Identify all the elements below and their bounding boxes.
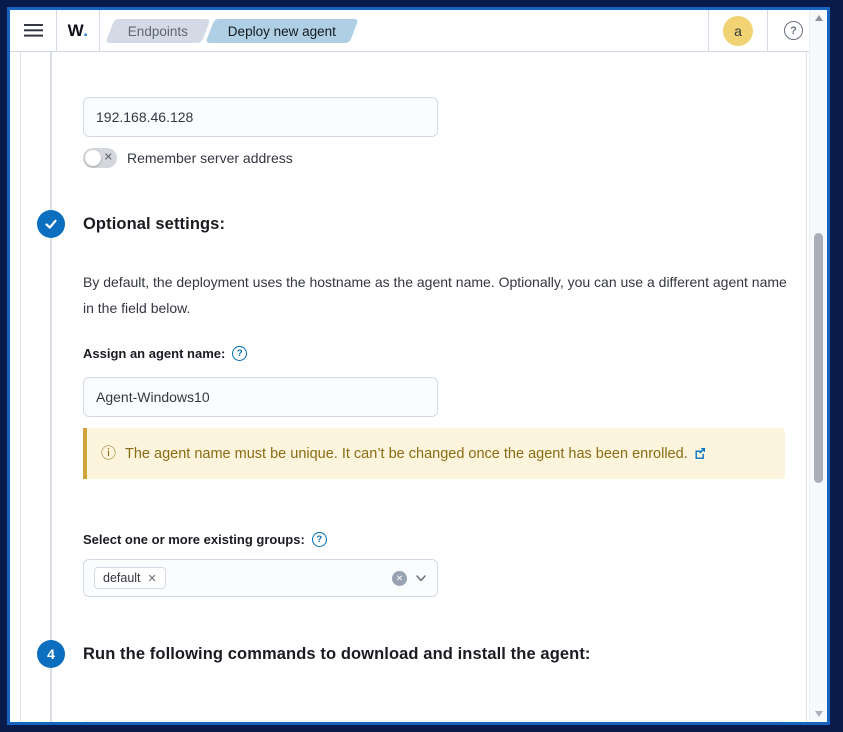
group-chip-label: default bbox=[103, 571, 141, 585]
breadcrumb-deploy-new-agent[interactable]: Deploy new agent bbox=[205, 18, 359, 43]
check-icon bbox=[45, 219, 57, 229]
groups-label-row: Select one or more existing groups: ? bbox=[83, 532, 327, 547]
remember-server-label: Remember server address bbox=[127, 150, 293, 166]
optional-settings-title: Optional settings: bbox=[83, 215, 226, 233]
vertical-scrollbar[interactable] bbox=[809, 10, 827, 722]
top-navbar: W. Endpoints Deploy new agent a ? bbox=[10, 10, 827, 52]
panel-right-border bbox=[806, 52, 807, 722]
divider bbox=[708, 10, 709, 51]
menu-button[interactable] bbox=[10, 10, 56, 51]
hamburger-icon bbox=[23, 24, 43, 37]
divider bbox=[767, 10, 768, 51]
external-link-icon[interactable] bbox=[694, 447, 706, 459]
install-commands-title: Run the following commands to download a… bbox=[83, 645, 591, 663]
divider bbox=[99, 10, 100, 51]
scroll-up-arrow-icon[interactable] bbox=[814, 15, 823, 21]
info-icon: ⓘ bbox=[101, 445, 117, 462]
chevron-down-icon[interactable] bbox=[415, 572, 427, 584]
groups-combobox[interactable]: default ✕ ✕ bbox=[83, 559, 438, 597]
install-command-codeblock: Invoke-WebRequest -Uri https://packages.… bbox=[83, 720, 785, 722]
combobox-clear-button[interactable]: ✕ bbox=[392, 570, 407, 586]
chip-remove-icon[interactable]: ✕ bbox=[148, 572, 157, 585]
agent-name-help-icon[interactable]: ? bbox=[232, 346, 248, 361]
step-check-badge bbox=[37, 210, 65, 238]
logo-dot: . bbox=[83, 20, 89, 40]
breadcrumb-label: Deploy new agent bbox=[228, 23, 337, 38]
deploy-agent-wizard: ✕ Remember server address Optional setti… bbox=[10, 52, 827, 722]
help-icon[interactable]: ? bbox=[784, 21, 803, 40]
agent-name-input[interactable] bbox=[83, 377, 438, 417]
panel-left-border bbox=[20, 52, 21, 722]
toggle-knob bbox=[85, 150, 101, 166]
app-window: W. Endpoints Deploy new agent a ? ✕ bbox=[10, 10, 827, 722]
logo-text: W bbox=[67, 20, 84, 40]
groups-help-icon[interactable]: ? bbox=[311, 532, 327, 547]
wazuh-logo[interactable]: W. bbox=[57, 21, 99, 41]
breadcrumb-endpoints[interactable]: Endpoints bbox=[105, 18, 211, 43]
scroll-down-arrow-icon[interactable] bbox=[814, 711, 823, 717]
remember-server-row: ✕ Remember server address bbox=[83, 148, 293, 168]
agent-name-callout: ⓘ The agent name must be unique. It can’… bbox=[83, 428, 785, 479]
callout-text: The agent name must be unique. It can’t … bbox=[125, 446, 706, 462]
step-4-badge: 4 bbox=[37, 640, 65, 668]
server-address-input[interactable] bbox=[83, 97, 438, 137]
scrollbar-thumb[interactable] bbox=[814, 233, 823, 483]
groups-label: Select one or more existing groups: bbox=[83, 532, 305, 547]
toggle-off-icon: ✕ bbox=[103, 151, 113, 164]
breadcrumb-label: Endpoints bbox=[128, 23, 189, 38]
agent-name-label: Assign an agent name: bbox=[83, 346, 226, 361]
remember-server-toggle[interactable]: ✕ bbox=[83, 148, 117, 168]
user-avatar[interactable]: a bbox=[723, 15, 753, 46]
group-chip-default: default ✕ bbox=[94, 567, 166, 589]
stepper-connector-line bbox=[50, 52, 52, 722]
breadcrumb: Endpoints Deploy new agent bbox=[105, 18, 359, 43]
agent-name-label-row: Assign an agent name: ? bbox=[83, 346, 248, 361]
optional-settings-description: By default, the deployment uses the host… bbox=[83, 274, 787, 316]
